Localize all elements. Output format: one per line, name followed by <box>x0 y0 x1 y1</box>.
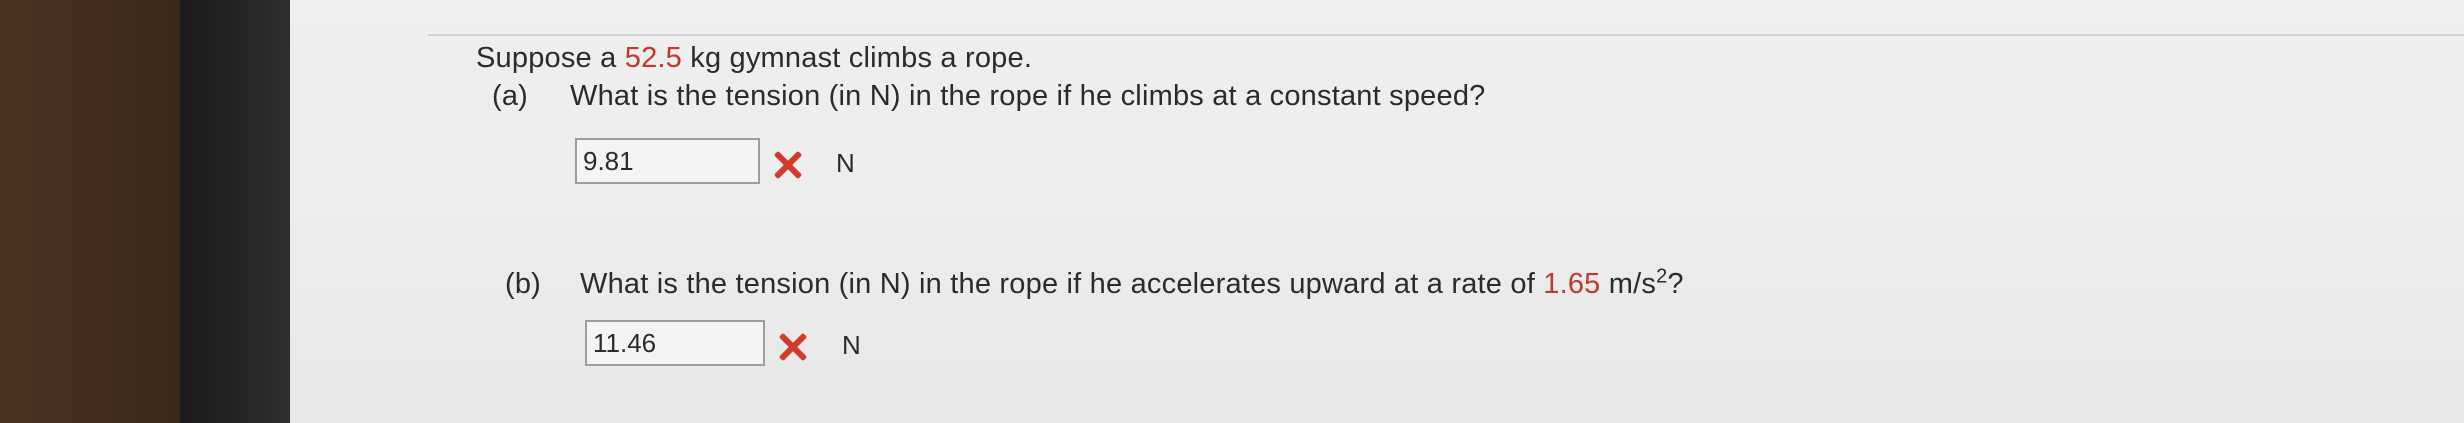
mass-value: 52.5 <box>624 42 682 74</box>
part-b-question: What is the tension (in N) in the rope i… <box>580 265 1684 301</box>
problem-statement: Suppose a 52.5 kg gymnast climbs a rope. <box>476 42 1032 75</box>
x-icon <box>772 150 802 180</box>
intro-text-after: kg gymnast climbs a rope. <box>681 42 1033 74</box>
acceleration-value: 1.65 <box>1543 268 1601 300</box>
acceleration-unit: m/s <box>1600 268 1657 300</box>
part-b-question-text: What is the tension (in N) in the rope i… <box>580 268 1544 300</box>
monitor-bezel <box>180 0 290 423</box>
part-b-answer-input[interactable]: 11.46 <box>585 320 765 366</box>
top-divider <box>428 34 2464 36</box>
acceleration-unit-exponent: 2 <box>1656 265 1668 288</box>
part-b-marker: (b) <box>505 268 542 300</box>
photo-background-frame <box>0 0 290 423</box>
question-mark: ? <box>1667 268 1684 300</box>
part-a-unit: N <box>836 148 855 178</box>
x-icon <box>777 332 807 362</box>
part-a-question: What is the tension (in N) in the rope i… <box>570 80 1486 112</box>
part-b-unit: N <box>842 330 861 360</box>
intro-text-before: Suppose a <box>476 42 625 74</box>
part-a-marker: (a) <box>492 80 529 112</box>
part-a-answer-input[interactable]: 9.81 <box>575 138 760 184</box>
